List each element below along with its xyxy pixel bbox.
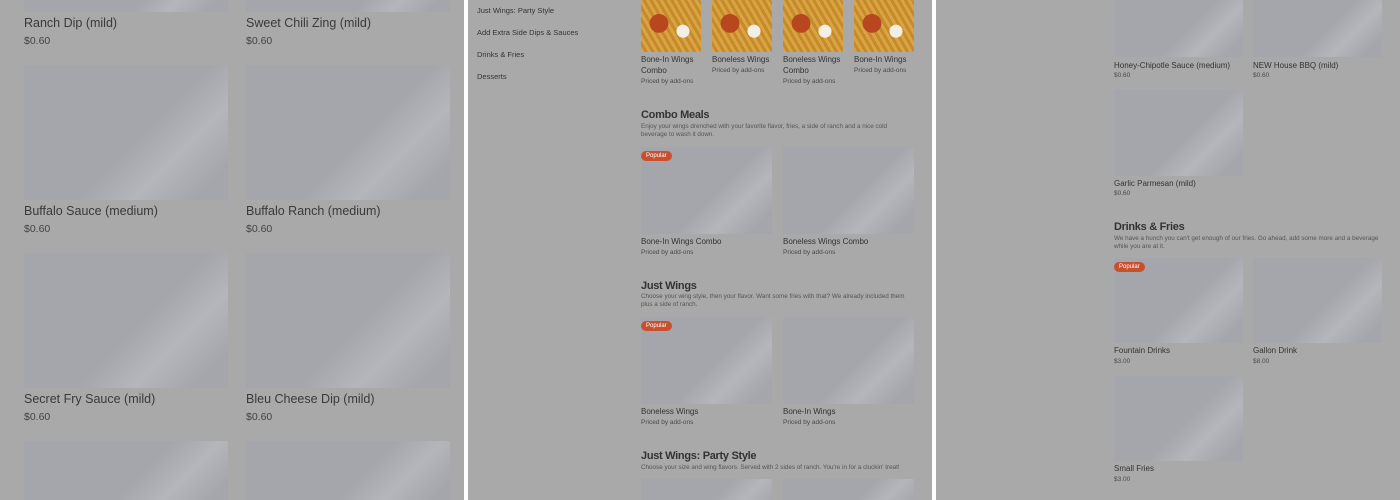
item-name[interactable]: Boneless Wings Combo [783, 236, 868, 247]
item-price: $0.60 [246, 35, 273, 47]
item-name[interactable]: Bleu Cheese Dip (mild) [246, 392, 375, 406]
item-name[interactable]: Ranch Dip (mild) [24, 16, 117, 30]
item-image[interactable] [1114, 90, 1243, 176]
nav-item-drinks-fries[interactable]: Drinks & Fries [477, 50, 524, 59]
item-name[interactable]: Fountain Drinks [1114, 345, 1170, 356]
item-price: $0.60 [24, 223, 51, 235]
item-image[interactable] [783, 317, 914, 404]
item-price: Priced by add-ons [783, 78, 836, 85]
item-price: Priced by add-ons [783, 419, 836, 426]
item-price: $0.60 [1114, 190, 1131, 197]
item-price: $0.60 [1114, 72, 1131, 79]
item-name[interactable]: Boneless Wings [712, 54, 776, 65]
item-image[interactable] [1253, 258, 1382, 343]
section-title-party-style: Just Wings: Party Style [641, 450, 757, 462]
item-name[interactable]: Bone-In Wings Combo [641, 236, 721, 247]
item-name[interactable]: Bone-In Wings [783, 406, 835, 417]
item-price: $0.60 [24, 35, 51, 47]
item-name[interactable]: Garlic Parmesan (mild) [1114, 178, 1196, 189]
popular-badge: Popular [641, 151, 672, 161]
item-image[interactable] [246, 253, 450, 388]
section-description: Enjoy your wings drenched with your favo… [641, 123, 888, 138]
item-image[interactable] [1114, 376, 1243, 461]
item-name[interactable]: NEW House BBQ (mild) [1253, 60, 1338, 71]
item-price: Priced by add-ons [641, 249, 694, 256]
item-image[interactable] [24, 253, 228, 388]
item-image[interactable] [24, 0, 228, 12]
section-description: Choose your wing style, then your flavor… [641, 293, 905, 308]
section-description: We have a hunch you can't get enough of … [1114, 235, 1379, 250]
menu-panel: Just Wings: Party Style Add Extra Side D… [468, 0, 932, 500]
item-price: Priced by add-ons [854, 67, 907, 74]
section-description: Choose your size and wing flavors. Serve… [641, 464, 900, 471]
item-name[interactable]: Boneless Wings [641, 406, 698, 417]
item-name[interactable]: Honey-Chipotle Sauce (medium) [1114, 60, 1230, 71]
item-price: $3.00 [1114, 358, 1131, 365]
sides-panel: Honey-Chipotle Sauce (medium) $0.60 NEW … [936, 0, 1400, 500]
item-image[interactable] [24, 65, 228, 200]
item-price: $0.60 [246, 223, 273, 235]
item-price: Priced by add-ons [641, 419, 694, 426]
nav-item-side-dips[interactable]: Add Extra Side Dips & Sauces [477, 28, 578, 37]
item-name[interactable]: Buffalo Ranch (medium) [246, 204, 381, 218]
item-image[interactable] [1114, 0, 1243, 57]
section-title-combo: Combo Meals [641, 109, 710, 121]
item-price: $0.60 [1253, 72, 1270, 79]
item-image[interactable] [783, 479, 914, 500]
popular-badge: Popular [641, 321, 672, 331]
item-name[interactable]: Bone-In Wings Combo [641, 54, 699, 76]
item-price: Priced by add-ons [783, 249, 836, 256]
item-name[interactable]: Boneless Wings Combo [783, 54, 843, 76]
item-image[interactable] [246, 441, 450, 500]
item-name[interactable]: Bone-In Wings [854, 54, 914, 65]
item-price: Priced by add-ons [712, 67, 765, 74]
item-image[interactable] [641, 479, 772, 500]
item-price: Priced by add-ons [641, 78, 694, 85]
item-price: $8.00 [1253, 358, 1270, 365]
nav-item-desserts[interactable]: Desserts [477, 72, 507, 81]
section-title-just-wings: Just Wings [641, 280, 697, 292]
item-name[interactable]: Small Fries [1114, 463, 1154, 474]
item-image[interactable] [783, 147, 914, 234]
item-name[interactable]: Buffalo Sauce (medium) [24, 204, 158, 218]
item-name[interactable]: Gallon Drink [1253, 345, 1297, 356]
item-image[interactable] [246, 65, 450, 200]
item-image[interactable] [783, 0, 843, 52]
item-price: $3.00 [1114, 476, 1131, 483]
item-name[interactable]: Secret Fry Sauce (mild) [24, 392, 155, 406]
popular-badge: Popular [1114, 262, 1145, 272]
item-name[interactable]: Sweet Chili Zing (mild) [246, 16, 371, 30]
item-price: $0.60 [246, 411, 273, 423]
item-image[interactable] [246, 0, 450, 12]
item-image[interactable] [641, 0, 701, 52]
nav-item-party-style[interactable]: Just Wings: Party Style [477, 6, 554, 15]
section-title-drinks-fries: Drinks & Fries [1114, 221, 1185, 233]
item-image[interactable] [854, 0, 914, 52]
item-price: $0.60 [24, 411, 51, 423]
sauces-panel: Ranch Dip (mild) $0.60 Sweet Chili Zing … [0, 0, 464, 500]
item-image[interactable] [1253, 0, 1382, 57]
item-image[interactable] [24, 441, 228, 500]
item-image[interactable] [712, 0, 772, 52]
